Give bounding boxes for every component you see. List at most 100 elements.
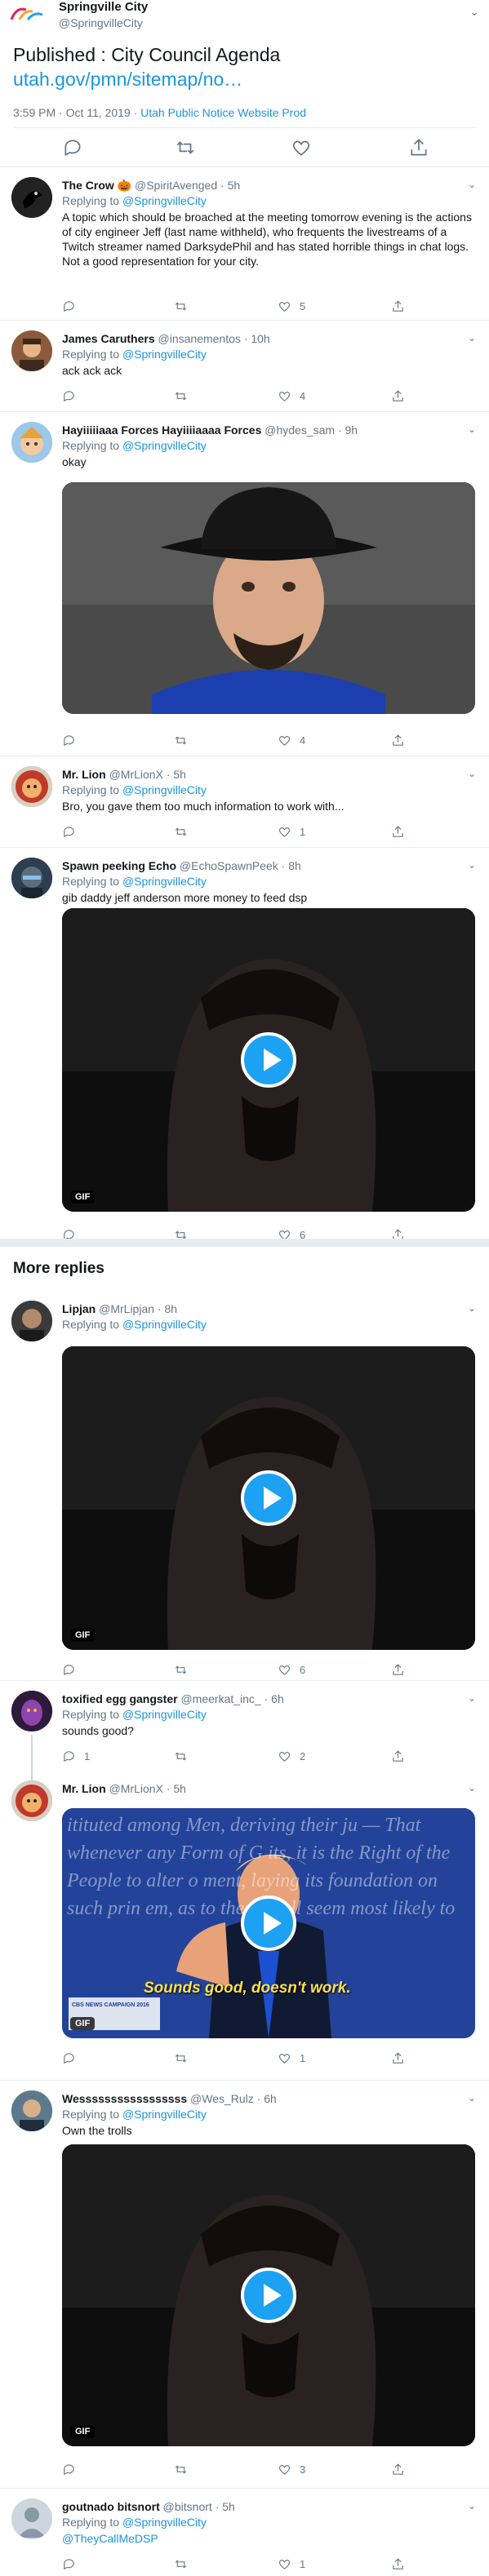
like-button[interactable]: 6 [278,1661,305,1678]
share-button[interactable] [391,388,405,404]
like-button[interactable]: 5 [278,298,305,314]
retweet-button[interactable] [174,1661,188,1678]
author-handle[interactable]: @EchoSpawnPeek · 8h [180,859,301,872]
author-handle[interactable]: @MrLionX · 5h [109,768,186,781]
reply-button[interactable] [62,388,76,404]
share-button[interactable] [391,2556,405,2572]
reply-button[interactable] [62,1661,76,1678]
reply-button[interactable] [62,2050,76,2066]
reply-button[interactable] [62,298,76,314]
author-handle[interactable]: @Wes_Rulz · 6h [190,2092,277,2105]
reply-button[interactable] [62,732,76,748]
chevron-down-icon[interactable]: ⌄ [468,1302,476,1314]
retweet-button[interactable] [174,388,188,404]
like-button[interactable]: 1 [278,823,305,840]
play-button[interactable] [241,1895,296,1951]
play-button[interactable] [241,2268,296,2323]
reply-tweet[interactable]: Lipjan @MrLipjan · 8h ⌄ Replying to @Spr… [0,1291,489,1681]
author-name[interactable]: Wesssssssssssssssss [62,2092,187,2105]
like-button[interactable]: 3 [278,2461,305,2477]
tweet-source[interactable]: Utah Public Notice Website Prod [140,106,306,119]
mention-link[interactable]: @SpringvilleCity [122,2516,207,2529]
retweet-button[interactable] [174,2050,188,2066]
author-handle[interactable]: @MrLionX · 5h [109,1782,186,1795]
author-handle[interactable]: @SpringvilleCity [59,16,143,29]
like-button[interactable]: 1 [278,2556,305,2572]
chevron-down-icon[interactable]: ⌄ [468,2092,476,2104]
tweet-link[interactable]: utah.gov/pmn/sitemap/no… [13,67,478,91]
avatar[interactable] [11,330,52,371]
play-button[interactable] [241,1032,296,1088]
reply-tweet[interactable]: Hayiiiiiaaa Forces Hayiiiiaaaa Forces @h… [0,412,489,756]
reply-button[interactable]: 1 [62,1748,90,1764]
reply-button[interactable] [62,2556,76,2572]
like-button[interactable]: 4 [278,388,305,404]
like-button[interactable]: 1 [278,2050,305,2066]
chevron-down-icon[interactable]: ⌄ [468,179,476,190]
avatar[interactable] [11,1301,52,1341]
author-handle[interactable]: @hydes_sam · 9h [265,423,358,437]
avatar[interactable] [11,177,52,218]
reply-icon[interactable] [62,137,83,158]
tweet-gif[interactable]: GIF [62,908,475,1212]
share-button[interactable] [391,2050,405,2066]
reply-button[interactable] [62,2461,76,2477]
author-name[interactable]: goutnado bitsnort [62,2500,160,2513]
chevron-down-icon[interactable]: ⌄ [468,1692,476,1704]
avatar[interactable] [11,2091,52,2131]
retweet-button[interactable] [174,732,188,748]
author-name[interactable]: Mr. Lion [62,1782,106,1795]
author-name[interactable]: Springville City [59,0,148,14]
author-handle[interactable]: @bitsnort · 5h [163,2500,235,2513]
chevron-down-icon[interactable]: ⌄ [469,5,479,19]
mention-link[interactable]: @SpringvilleCity [122,875,207,888]
author-name[interactable]: The Crow 🎃 [62,179,131,192]
chevron-down-icon[interactable]: ⌄ [468,423,476,435]
like-button[interactable]: 4 [278,732,305,748]
mention-link[interactable]: @SpringvilleCity [122,348,207,361]
springville-logo-icon[interactable] [8,2,46,24]
avatar[interactable] [11,422,52,463]
like-icon[interactable] [291,137,312,158]
reply-tweet[interactable]: Mr. Lion @MrLionX · 5h ⌄ Replying to @Sp… [0,756,489,848]
tweet-gif[interactable]: GIF [62,2144,475,2446]
play-button[interactable] [241,1470,296,1526]
reply-tweet[interactable]: Spawn peeking Echo @EchoSpawnPeek · 8h ⌄… [0,848,489,1241]
author-name[interactable]: Spawn peeking Echo [62,859,176,872]
author-handle[interactable]: @SpiritAvenged · 5h [135,179,240,192]
share-button[interactable] [391,1748,405,1764]
reply-tweet[interactable]: The Crow 🎃 @SpiritAvenged · 5h ⌄ Replyin… [0,167,489,321]
mention-link[interactable]: @SpringvilleCity [122,1708,207,1721]
share-icon[interactable] [408,137,429,158]
author-handle[interactable]: @meerkat_inc_ · 6h [180,1692,283,1705]
author-name[interactable]: toxified egg gangster [62,1692,178,1705]
share-button[interactable] [391,823,405,840]
avatar[interactable] [11,1780,52,1821]
reply-tweet[interactable]: James Caruthers @insanementos · 10h ⌄ Re… [0,321,489,412]
tweet-timestamp[interactable]: 3:59 PM · Oct 11, 2019 · [13,106,140,119]
like-button[interactable]: 2 [278,1748,305,1764]
mention-link[interactable]: @SpringvilleCity [122,439,207,452]
mention-link[interactable]: @SpringvilleCity [122,2108,207,2121]
mention-link[interactable]: @SpringvilleCity [122,783,207,796]
author-name[interactable]: James Caruthers [62,332,155,345]
share-button[interactable] [391,2461,405,2477]
chevron-down-icon[interactable]: ⌄ [468,768,476,779]
retweet-button[interactable] [174,2461,188,2477]
mention-link[interactable]: @TheyCallMeDSP [62,2532,158,2545]
retweet-icon[interactable] [175,137,196,158]
avatar[interactable] [11,766,52,807]
retweet-button[interactable] [174,823,188,840]
reply-tweet[interactable]: goutnado bitsnort @bitsnort · 5h ⌄ Reply… [0,2489,489,2576]
reply-button[interactable] [62,823,76,840]
chevron-down-icon[interactable]: ⌄ [468,1782,476,1793]
tweet-gif[interactable]: itituted among Men, deriving their ju — … [62,1808,475,2038]
mention-link[interactable]: @SpringvilleCity [122,194,207,207]
avatar[interactable] [11,858,52,898]
retweet-button[interactable] [174,2556,188,2572]
tweet-image[interactable] [62,482,475,714]
chevron-down-icon[interactable]: ⌄ [468,859,476,871]
mention-link[interactable]: @SpringvilleCity [122,1318,207,1331]
author-name[interactable]: Mr. Lion [62,768,106,781]
tweet-gif[interactable]: GIF [62,1346,475,1650]
